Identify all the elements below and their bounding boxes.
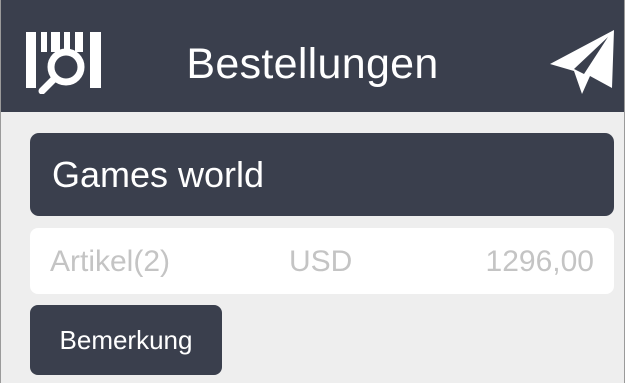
send-button[interactable] xyxy=(546,28,618,96)
customer-name: Games world xyxy=(52,154,265,195)
send-icon xyxy=(550,30,614,94)
order-summary: Artikel(2) USD 1296,00 xyxy=(30,228,614,294)
currency-label: USD xyxy=(289,245,353,278)
customer-card[interactable]: Games world xyxy=(30,133,614,216)
remark-button[interactable]: Bemerkung xyxy=(30,305,222,375)
order-total: 1296,00 xyxy=(485,245,594,278)
order-screen: Bestellungen Games world Artikel(2) USD … xyxy=(0,0,625,383)
items-count: Artikel(2) xyxy=(50,245,171,278)
page-title: Bestellungen xyxy=(186,40,439,88)
remark-button-label: Bemerkung xyxy=(59,325,193,355)
app-bar: Bestellungen xyxy=(1,0,624,112)
